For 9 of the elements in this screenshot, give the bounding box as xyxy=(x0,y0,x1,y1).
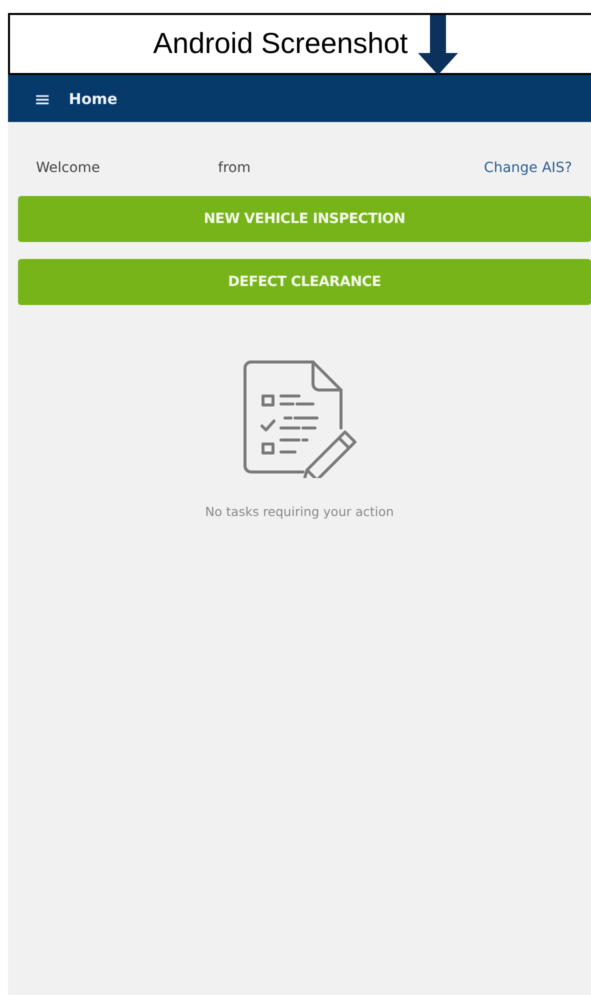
app-bar-title: Home xyxy=(68,90,118,108)
welcome-text: Welcome xyxy=(36,160,100,176)
caption-title: Android Screenshot xyxy=(153,28,408,60)
checklist-document-icon xyxy=(240,360,358,478)
menu-icon[interactable]: ≡ xyxy=(34,88,51,108)
change-ais-link[interactable]: Change AIS? xyxy=(484,160,572,176)
from-text: from xyxy=(218,160,251,176)
empty-state-message: No tasks requiring your action xyxy=(205,504,394,519)
down-arrow-icon xyxy=(418,15,458,75)
